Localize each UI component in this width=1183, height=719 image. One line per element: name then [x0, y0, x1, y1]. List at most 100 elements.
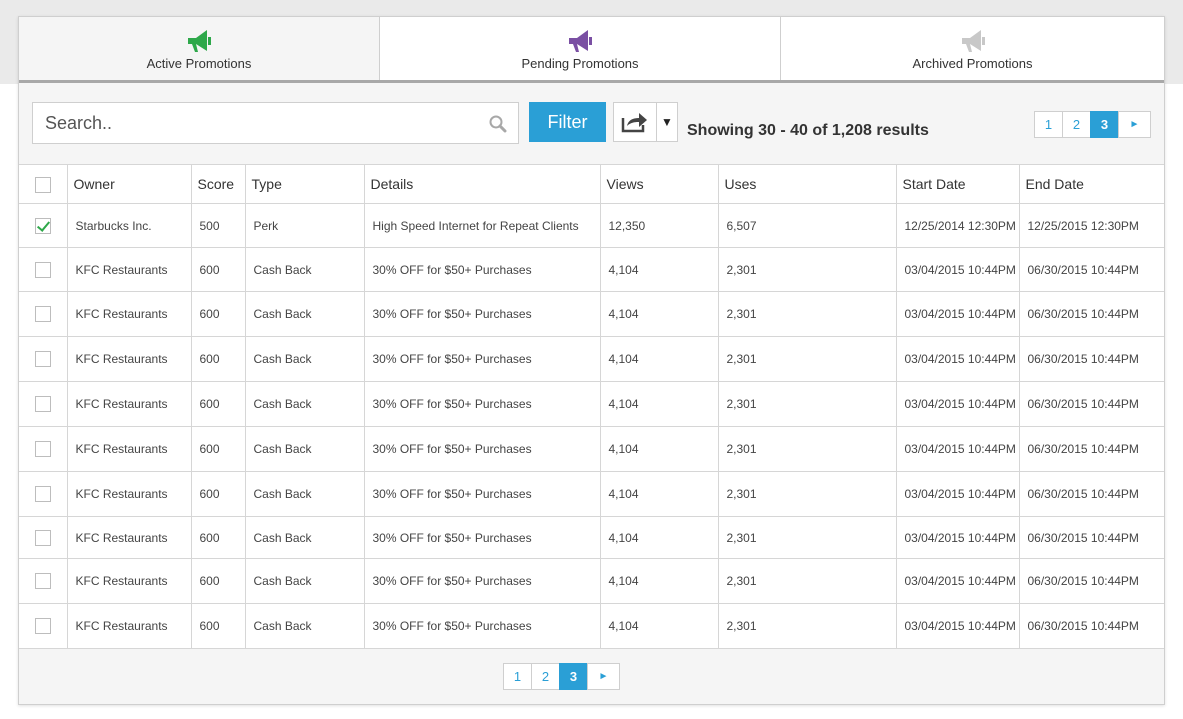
promotion-tabs: Active Promotions Pending Promotions Arc… — [19, 17, 1164, 83]
table-row[interactable]: KFC Restaurants 600 Cash Back 30% OFF for $… — [19, 381, 1164, 427]
row-checkbox[interactable] — [34, 306, 51, 322]
table-row[interactable]: KFC Restaurants 600 Cash Back 30% OFF for $… — [19, 516, 1164, 559]
cell-details: 30% OFF for $50+ Purchases — [363, 471, 601, 517]
table-row[interactable]: KFC Restaurants 600 Cash Back 30% OFF for $… — [19, 336, 1164, 382]
page-3-button[interactable]: 3 — [559, 663, 588, 690]
search-input[interactable] — [33, 103, 473, 143]
cell-views: 4,104 — [599, 471, 719, 517]
table-row[interactable]: Starbucks Inc. 500 Perk High Speed Internet… — [19, 203, 1164, 248]
page-3-button[interactable]: 3 — [1090, 111, 1119, 138]
cell-owner: KFC Restaurants — [66, 336, 192, 382]
row-select-cell — [19, 336, 68, 382]
promotions-panel: Active Promotions Pending Promotions Arc… — [18, 16, 1165, 705]
cell-uses: 2,301 — [717, 336, 897, 382]
next-page-icon[interactable]: ► — [1118, 111, 1151, 138]
export-button[interactable] — [614, 103, 657, 141]
column-header-start-date[interactable]: Start Date — [895, 164, 1020, 204]
cell-uses: 2,301 — [717, 516, 897, 559]
cell-uses: 2,301 — [717, 471, 897, 517]
table-row[interactable]: KFC Restaurants 600 Cash Back 30% OFF for $… — [19, 291, 1164, 337]
row-checkbox[interactable] — [34, 261, 51, 278]
cell-start: 03/04/2015 10:44PM — [895, 516, 1020, 559]
row-checkbox[interactable] — [34, 486, 51, 502]
page-1-button[interactable]: 1 — [1034, 111, 1063, 138]
cell-owner: KFC Restaurants — [66, 603, 192, 649]
cell-uses: 2,301 — [717, 291, 897, 337]
row-checkbox[interactable] — [34, 529, 51, 546]
table-row[interactable]: KFC Restaurants 600 Cash Back 30% OFF for $… — [19, 471, 1164, 517]
page-2-button[interactable]: 2 — [531, 663, 560, 690]
cell-start: 03/04/2015 10:44PM — [895, 603, 1020, 649]
cell-owner: KFC Restaurants — [66, 558, 192, 604]
cell-start: 12/25/2014 12:30PM — [895, 203, 1020, 248]
column-header-type[interactable]: Type — [244, 164, 365, 204]
cell-details: 30% OFF for $50+ Purchases — [363, 291, 601, 337]
cell-type: Cash Back — [244, 558, 365, 604]
row-checkbox[interactable] — [34, 618, 51, 634]
cell-details: 30% OFF for $50+ Purchases — [363, 381, 601, 427]
cell-views: 4,104 — [599, 381, 719, 427]
share-icon — [621, 113, 647, 133]
tab-label: Archived Promotions — [912, 56, 1033, 71]
table-row[interactable]: KFC Restaurants 600 Cash Back 30% OFF for $… — [19, 558, 1164, 604]
toolbar: Filter ▼ Showing 30 - 40 of 1,208 result… — [19, 83, 1164, 163]
cell-details: High Speed Internet for Repeat Clients — [363, 203, 601, 248]
cell-start: 03/04/2015 10:44PM — [895, 291, 1020, 337]
cell-end: 06/30/2015 10:44PM — [1018, 247, 1164, 292]
page-2-button[interactable]: 2 — [1062, 111, 1091, 138]
column-header-score[interactable]: Score — [190, 164, 246, 204]
row-checkbox[interactable] — [34, 351, 51, 367]
cell-details: 30% OFF for $50+ Purchases — [363, 516, 601, 559]
cell-score: 600 — [190, 381, 246, 427]
select-all-checkbox[interactable] — [34, 176, 51, 193]
column-header-owner[interactable]: Owner — [66, 164, 192, 204]
search-icon[interactable] — [488, 114, 508, 134]
cell-uses: 2,301 — [717, 603, 897, 649]
column-header-uses[interactable]: Uses — [717, 164, 897, 204]
table-row[interactable]: KFC Restaurants 600 Cash Back 30% OFF for $… — [19, 247, 1164, 292]
cell-end: 06/30/2015 10:44PM — [1018, 291, 1164, 337]
megaphone-icon — [188, 30, 211, 52]
tab-archived-promotions[interactable]: Archived Promotions — [781, 17, 1164, 80]
table-header-row: Owner Score Type Details Views Uses Star… — [19, 164, 1164, 204]
tab-label: Active Promotions — [146, 56, 252, 71]
cell-score: 600 — [190, 603, 246, 649]
cell-end: 06/30/2015 10:44PM — [1018, 558, 1164, 604]
row-checkbox[interactable] — [34, 441, 51, 457]
cell-owner: KFC Restaurants — [66, 426, 192, 472]
cell-views: 4,104 — [599, 516, 719, 559]
row-select-cell — [19, 247, 68, 292]
row-checkbox[interactable] — [34, 573, 51, 589]
cell-score: 600 — [190, 291, 246, 337]
table-row[interactable]: KFC Restaurants 600 Cash Back 30% OFF for $… — [19, 603, 1164, 649]
column-header-views[interactable]: Views — [599, 164, 719, 204]
cell-start: 03/04/2015 10:44PM — [895, 558, 1020, 604]
megaphone-icon — [569, 30, 592, 52]
cell-owner: KFC Restaurants — [66, 247, 192, 292]
row-checkbox[interactable] — [34, 217, 51, 234]
page-1-button[interactable]: 1 — [503, 663, 532, 690]
column-header-details[interactable]: Details — [363, 164, 601, 204]
column-header-end-date[interactable]: End Date — [1018, 164, 1164, 204]
cell-start: 03/04/2015 10:44PM — [895, 471, 1020, 517]
cell-views: 4,104 — [599, 336, 719, 382]
cell-details: 30% OFF for $50+ Purchases — [363, 558, 601, 604]
search-box — [32, 102, 519, 144]
tab-pending-promotions[interactable]: Pending Promotions — [380, 17, 781, 80]
next-page-icon[interactable]: ► — [587, 663, 620, 690]
caret-down-icon[interactable]: ▼ — [657, 103, 677, 141]
row-checkbox[interactable] — [34, 396, 51, 412]
table-row[interactable]: KFC Restaurants 600 Cash Back 30% OFF for $… — [19, 426, 1164, 472]
tab-active-promotions[interactable]: Active Promotions — [19, 17, 380, 80]
cell-end: 06/30/2015 10:44PM — [1018, 336, 1164, 382]
export-dropdown: ▼ — [613, 102, 678, 142]
cell-type: Cash Back — [244, 247, 365, 292]
cell-score: 600 — [190, 336, 246, 382]
filter-button[interactable]: Filter — [529, 102, 606, 142]
cell-score: 600 — [190, 471, 246, 517]
cell-type: Cash Back — [244, 471, 365, 517]
cell-type: Cash Back — [244, 291, 365, 337]
tab-label: Pending Promotions — [521, 56, 639, 71]
cell-score: 500 — [190, 203, 246, 248]
select-all-cell — [19, 164, 68, 204]
